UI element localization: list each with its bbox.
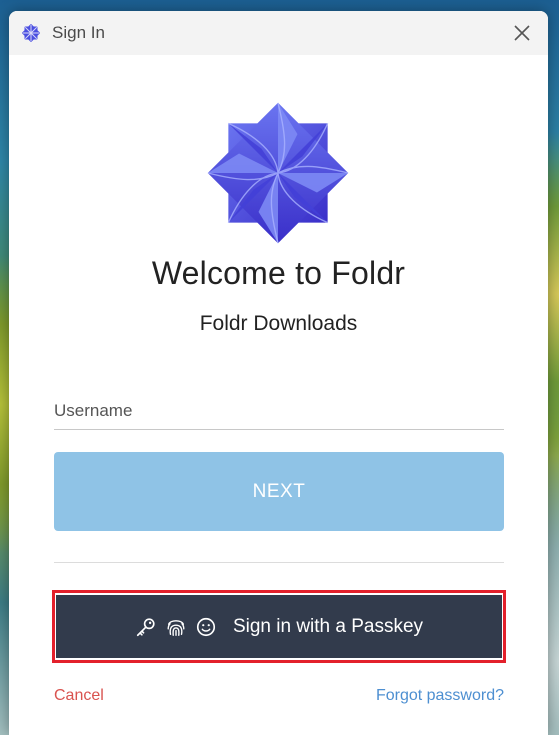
fingerprint-icon xyxy=(167,619,185,636)
window-title: Sign In xyxy=(52,23,105,42)
welcome-heading: Welcome to Foldr xyxy=(151,255,406,291)
passkey-icons xyxy=(135,616,217,638)
close-button[interactable] xyxy=(506,20,538,46)
passkey-button-label: Sign in with a Passkey xyxy=(232,615,424,637)
forgot-password-link[interactable]: Forgot password? xyxy=(376,687,504,705)
face-icon xyxy=(196,617,216,636)
next-button[interactable]: NEXT xyxy=(54,452,504,531)
sign-in-dialog: Sign In Welcome to Foldr Foldr Downloads… xyxy=(9,11,548,735)
cancel-link[interactable]: Cancel xyxy=(54,687,104,705)
foldr-pinwheel-logo xyxy=(207,102,349,244)
close-icon xyxy=(514,25,530,41)
username-input[interactable] xyxy=(54,393,504,430)
passkey-sign-in-button[interactable]: Sign in with a Passkey xyxy=(56,595,502,658)
title-bar: Sign In xyxy=(9,11,548,55)
foldr-logo-icon xyxy=(22,24,40,42)
key-icon xyxy=(136,617,155,636)
divider xyxy=(54,562,504,563)
site-subtitle: Foldr Downloads xyxy=(199,312,358,335)
